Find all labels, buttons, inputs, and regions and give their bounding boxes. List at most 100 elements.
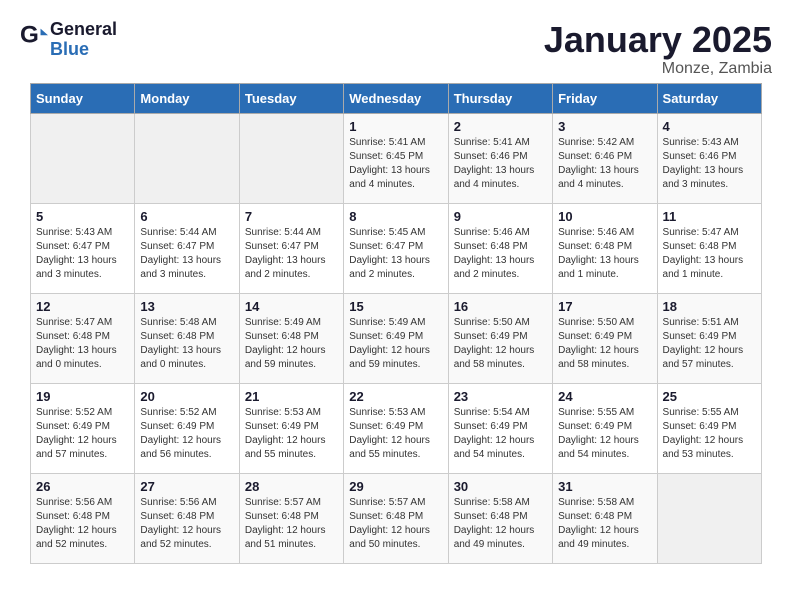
day-number: 8: [349, 209, 442, 224]
day-number: 3: [558, 119, 651, 134]
days-header-row: SundayMondayTuesdayWednesdayThursdayFrid…: [31, 83, 762, 113]
calendar-title: January 2025: [544, 20, 772, 60]
calendar-cell: 30Sunrise: 5:58 AMSunset: 6:48 PMDayligh…: [448, 473, 552, 563]
day-header-saturday: Saturday: [657, 83, 761, 113]
day-header-thursday: Thursday: [448, 83, 552, 113]
day-info: Sunrise: 5:44 AMSunset: 6:47 PMDaylight:…: [245, 226, 338, 282]
calendar-header: SundayMondayTuesdayWednesdayThursdayFrid…: [31, 83, 762, 113]
calendar-week-1: 1 Sunrise: 5:41 AMSunset: 6:45 PMDaylight…: [31, 113, 762, 203]
day-number: 11: [663, 209, 756, 224]
day-info: Sunrise: 5:55 AMSunset: 6:49 PMDaylight:…: [558, 406, 651, 462]
day-info: Sunrise: 5:46 AMSunset: 6:48 PMDaylight:…: [454, 226, 547, 282]
day-number: 10: [558, 209, 651, 224]
calendar-cell: 13 Sunrise: 5:48 AMSunset: 6:48 PMDayligh…: [135, 293, 239, 383]
calendar-cell: 24 Sunrise: 5:55 AMSunset: 6:49 PMDayligh…: [553, 383, 657, 473]
day-header-wednesday: Wednesday: [344, 83, 448, 113]
calendar-cell: 11 Sunrise: 5:47 AMSunset: 6:48 PMDayligh…: [657, 203, 761, 293]
day-number: 23: [454, 389, 547, 404]
day-number: 16: [454, 299, 547, 314]
calendar-cell: 29Sunrise: 5:57 AMSunset: 6:48 PMDayligh…: [344, 473, 448, 563]
day-info: Sunrise: 5:43 AMSunset: 6:46 PMDaylight:…: [663, 136, 756, 192]
day-number: 12: [36, 299, 129, 314]
calendar-cell: 31 Sunrise: 5:58 AMSunset: 6:48 PMDayligh…: [553, 473, 657, 563]
day-info: Sunrise: 5:56 AMSunset: 6:48 PMDaylight:…: [36, 496, 129, 552]
day-info: Sunrise: 5:48 AMSunset: 6:48 PMDaylight:…: [140, 316, 233, 372]
day-number: 24: [558, 389, 651, 404]
day-info: Sunrise: 5:41 AMSunset: 6:45 PMDaylight:…: [349, 136, 442, 192]
page-container: G General Blue January 2025 Monze, Zambi…: [10, 10, 782, 564]
day-number: 27: [140, 479, 233, 494]
day-info: Sunrise: 5:50 AMSunset: 6:49 PMDaylight:…: [558, 316, 651, 372]
calendar-cell: 28Sunrise: 5:57 AMSunset: 6:48 PMDayligh…: [239, 473, 343, 563]
day-number: 21: [245, 389, 338, 404]
day-info: Sunrise: 5:55 AMSunset: 6:49 PMDaylight:…: [663, 406, 756, 462]
day-info: Sunrise: 5:54 AMSunset: 6:49 PMDaylight:…: [454, 406, 547, 462]
calendar-cell: [135, 113, 239, 203]
day-info: Sunrise: 5:41 AMSunset: 6:46 PMDaylight:…: [454, 136, 547, 192]
day-number: 5: [36, 209, 129, 224]
calendar-cell: 15Sunrise: 5:49 AMSunset: 6:49 PMDayligh…: [344, 293, 448, 383]
day-number: 14: [245, 299, 338, 314]
day-number: 20: [140, 389, 233, 404]
calendar-cell: 23 Sunrise: 5:54 AMSunset: 6:49 PMDayligh…: [448, 383, 552, 473]
day-info: Sunrise: 5:47 AMSunset: 6:48 PMDaylight:…: [663, 226, 756, 282]
day-info: Sunrise: 5:50 AMSunset: 6:49 PMDaylight:…: [454, 316, 547, 372]
calendar-table-wrapper: SundayMondayTuesdayWednesdayThursdayFrid…: [10, 83, 782, 564]
calendar-cell: 19 Sunrise: 5:52 AMSunset: 6:49 PMDayligh…: [31, 383, 135, 473]
title-block: January 2025 Monze, Zambia: [544, 20, 772, 78]
calendar-cell: 14 Sunrise: 5:49 AMSunset: 6:48 PMDayligh…: [239, 293, 343, 383]
calendar-cell: 20 Sunrise: 5:52 AMSunset: 6:49 PMDayligh…: [135, 383, 239, 473]
day-number: 7: [245, 209, 338, 224]
day-number: 9: [454, 209, 547, 224]
calendar-week-2: 5 Sunrise: 5:43 AMSunset: 6:47 PMDaylight…: [31, 203, 762, 293]
day-info: Sunrise: 5:43 AMSunset: 6:47 PMDaylight:…: [36, 226, 129, 282]
day-info: Sunrise: 5:58 AMSunset: 6:48 PMDaylight:…: [454, 496, 547, 552]
day-number: 31: [558, 479, 651, 494]
calendar-cell: 12Sunrise: 5:47 AMSunset: 6:48 PMDayligh…: [31, 293, 135, 383]
calendar-cell: 7 Sunrise: 5:44 AMSunset: 6:47 PMDaylight…: [239, 203, 343, 293]
calendar-week-4: 19 Sunrise: 5:52 AMSunset: 6:49 PMDayligh…: [31, 383, 762, 473]
calendar-cell: 6 Sunrise: 5:44 AMSunset: 6:47 PMDaylight…: [135, 203, 239, 293]
calendar-cell: [239, 113, 343, 203]
day-info: Sunrise: 5:58 AMSunset: 6:48 PMDaylight:…: [558, 496, 651, 552]
day-info: Sunrise: 5:53 AMSunset: 6:49 PMDaylight:…: [245, 406, 338, 462]
calendar-cell: 16 Sunrise: 5:50 AMSunset: 6:49 PMDayligh…: [448, 293, 552, 383]
day-number: 13: [140, 299, 233, 314]
logo-line1: General: [50, 20, 117, 40]
day-info: Sunrise: 5:57 AMSunset: 6:48 PMDaylight:…: [245, 496, 338, 552]
calendar-cell: [31, 113, 135, 203]
day-info: Sunrise: 5:46 AMSunset: 6:48 PMDaylight:…: [558, 226, 651, 282]
day-number: 4: [663, 119, 756, 134]
day-number: 1: [349, 119, 442, 134]
calendar-cell: 5 Sunrise: 5:43 AMSunset: 6:47 PMDaylight…: [31, 203, 135, 293]
logo-line2: Blue: [50, 40, 117, 60]
day-info: Sunrise: 5:49 AMSunset: 6:49 PMDaylight:…: [349, 316, 442, 372]
day-number: 29: [349, 479, 442, 494]
calendar-cell: 3Sunrise: 5:42 AMSunset: 6:46 PMDaylight…: [553, 113, 657, 203]
day-info: Sunrise: 5:51 AMSunset: 6:49 PMDaylight:…: [663, 316, 756, 372]
calendar-cell: 27Sunrise: 5:56 AMSunset: 6:48 PMDayligh…: [135, 473, 239, 563]
day-number: 17: [558, 299, 651, 314]
calendar-cell: 1 Sunrise: 5:41 AMSunset: 6:45 PMDaylight…: [344, 113, 448, 203]
calendar-cell: 26 Sunrise: 5:56 AMSunset: 6:48 PMDayligh…: [31, 473, 135, 563]
calendar-cell: 21 Sunrise: 5:53 AMSunset: 6:49 PMDayligh…: [239, 383, 343, 473]
day-number: 25: [663, 389, 756, 404]
day-number: 6: [140, 209, 233, 224]
day-number: 18: [663, 299, 756, 314]
day-number: 19: [36, 389, 129, 404]
day-info: Sunrise: 5:53 AMSunset: 6:49 PMDaylight:…: [349, 406, 442, 462]
calendar-cell: 18 Sunrise: 5:51 AMSunset: 6:49 PMDayligh…: [657, 293, 761, 383]
day-number: 26: [36, 479, 129, 494]
day-number: 2: [454, 119, 547, 134]
day-info: Sunrise: 5:52 AMSunset: 6:49 PMDaylight:…: [140, 406, 233, 462]
calendar-cell: [657, 473, 761, 563]
calendar-cell: 17 Sunrise: 5:50 AMSunset: 6:49 PMDayligh…: [553, 293, 657, 383]
day-header-tuesday: Tuesday: [239, 83, 343, 113]
calendar-cell: 8Sunrise: 5:45 AMSunset: 6:47 PMDaylight…: [344, 203, 448, 293]
logo-icon: G: [20, 24, 48, 52]
calendar-table: SundayMondayTuesdayWednesdayThursdayFrid…: [30, 83, 762, 564]
calendar-week-3: 12Sunrise: 5:47 AMSunset: 6:48 PMDayligh…: [31, 293, 762, 383]
day-info: Sunrise: 5:49 AMSunset: 6:48 PMDaylight:…: [245, 316, 338, 372]
day-info: Sunrise: 5:52 AMSunset: 6:49 PMDaylight:…: [36, 406, 129, 462]
day-info: Sunrise: 5:44 AMSunset: 6:47 PMDaylight:…: [140, 226, 233, 282]
